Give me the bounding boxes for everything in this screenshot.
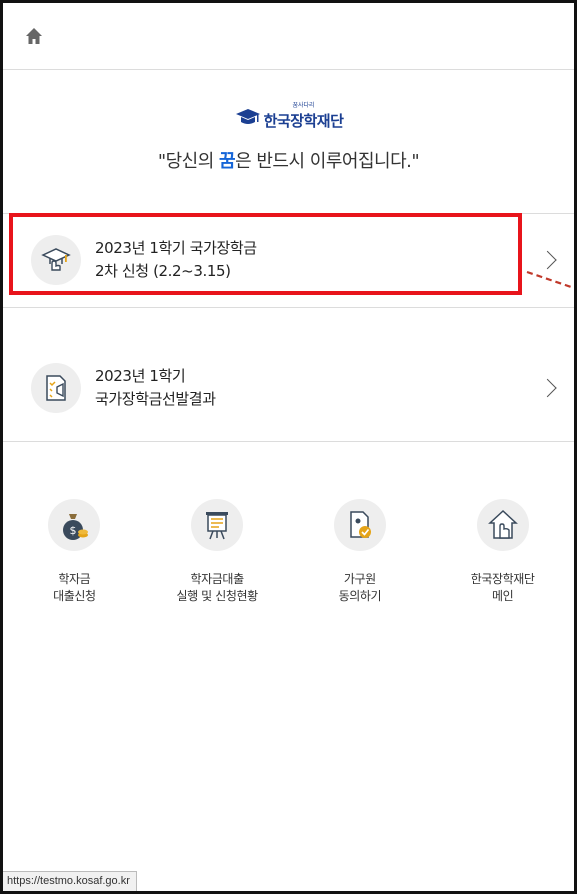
quick-link-line2: 실행 및 신청현황 <box>176 589 258 603</box>
logo-text: 한국장학재단 <box>263 112 344 130</box>
slogan-part-2: 은 반드시 이루어집니다." <box>235 151 420 172</box>
quick-link-label: 학자금 대출신청 <box>53 571 96 605</box>
menu-item-selection-result[interactable]: 2023년 1학기 국가장학금선발결과 <box>3 341 574 435</box>
kosaf-logo: 꿈사다리 한국장학재단 <box>3 103 574 131</box>
logo-subtext: 꿈사다리 <box>292 102 315 109</box>
quick-link-line2: 대출신청 <box>53 589 96 603</box>
menu-item-title: 2023년 1학기 <box>95 367 186 385</box>
chevron-right-icon <box>538 378 557 398</box>
graduation-cap-hand-icon <box>31 235 81 285</box>
menu-item-title: 2023년 1학기 국가장학금 <box>95 239 257 257</box>
house-hand-icon <box>476 499 529 551</box>
quick-link-label: 학자금대출 실행 및 신청현황 <box>176 571 258 605</box>
quick-link-line2: 동의하기 <box>338 589 382 603</box>
app-frame: 꿈사다리 한국장학재단 "당신의 꿈은 반드시 이루어집니다." 2023년 1… <box>0 0 577 894</box>
header-divider <box>3 69 574 70</box>
svg-text:$: $ <box>70 524 77 537</box>
menu-item-subtitle: 국가장학금선발결과 <box>95 390 216 408</box>
menu-item-subtitle: 2차 신청 (2.2~3.15) <box>95 262 231 280</box>
menu-item-text: 2023년 1학기 국가장학금선발결과 <box>95 365 216 411</box>
quick-link-line1: 한국장학재단 <box>470 572 535 586</box>
annotation-arrow <box>526 270 574 290</box>
quick-link-loan-apply[interactable]: $ 학자금 대출신청 <box>3 499 146 605</box>
brand-area: 꿈사다리 한국장학재단 "당신의 꿈은 반드시 이루어집니다." <box>3 103 574 173</box>
quick-link-line1: 가구원 <box>343 572 376 586</box>
document-check-icon <box>333 499 386 551</box>
row-divider <box>3 307 574 308</box>
home-icon[interactable] <box>23 25 45 47</box>
quick-link-line2: 메인 <box>491 589 514 603</box>
quick-link-line1: 학자금대출 <box>190 572 245 586</box>
document-megaphone-icon <box>31 363 81 413</box>
quick-links: $ 학자금 대출신청 학자금대출 실행 및 신청현황 가구원 동의하기 한국장학… <box>3 499 574 605</box>
slogan-highlight: 꿈 <box>219 151 236 172</box>
status-bar-url: https://testmo.kosaf.go.kr <box>3 871 137 891</box>
quick-link-label: 한국장학재단 메인 <box>471 571 535 605</box>
quick-link-label: 가구원 동의하기 <box>339 571 382 605</box>
menu-item-text: 2023년 1학기 국가장학금 2차 신청 (2.2~3.15) <box>95 237 257 283</box>
slogan: "당신의 꿈은 반드시 이루어집니다." <box>3 147 574 173</box>
presentation-board-icon <box>191 499 244 551</box>
quick-link-kosaf-main[interactable]: 한국장학재단 메인 <box>431 499 574 605</box>
quick-link-loan-status[interactable]: 학자금대출 실행 및 신청현황 <box>146 499 289 605</box>
slogan-part-1: "당신의 <box>157 151 220 172</box>
menu-item-scholarship-apply[interactable]: 2023년 1학기 국가장학금 2차 신청 (2.2~3.15) <box>3 213 574 307</box>
quick-link-household-consent[interactable]: 가구원 동의하기 <box>289 499 432 605</box>
row-divider <box>3 441 574 442</box>
chevron-right-icon <box>538 250 557 270</box>
money-bag-icon: $ <box>48 499 101 551</box>
mortarboard-logo-icon <box>235 109 260 124</box>
quick-link-line1: 학자금 <box>58 572 91 586</box>
